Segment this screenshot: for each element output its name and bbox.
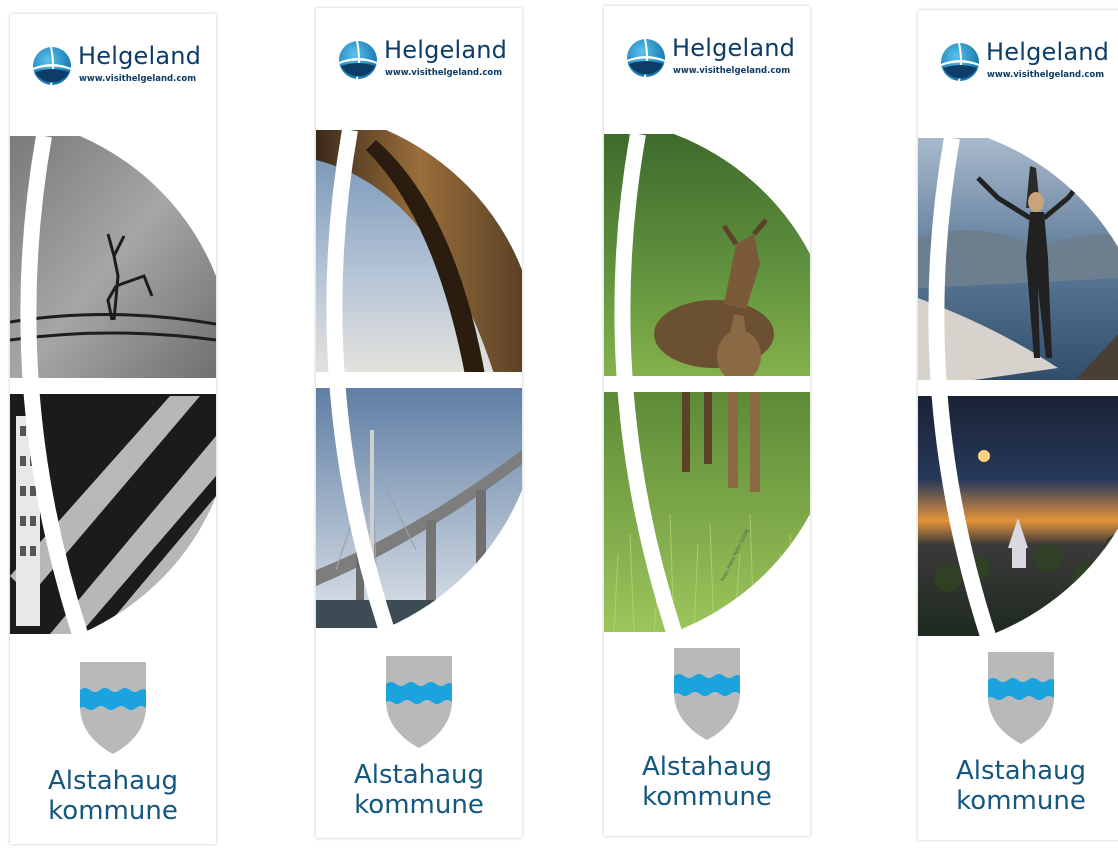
brand-url: www.visithelgeland.com xyxy=(385,68,503,78)
brand-name: Helgeland xyxy=(672,34,796,62)
brand-url: www.visithelgeland.com xyxy=(79,74,197,84)
municipality-name: Alstahaug kommune xyxy=(47,766,179,826)
helgeland-logo[interactable]: Helgeland www.visithelgeland.com xyxy=(338,36,518,86)
municipality-name: Alstahaug kommune xyxy=(641,752,773,812)
brand-url: www.visithelgeland.com xyxy=(987,70,1105,80)
horizontal-divider xyxy=(918,380,1118,396)
banner-petroglyph: Helgeland www.visithelgeland.com Alstaha… xyxy=(10,14,216,844)
horizontal-divider xyxy=(10,378,216,394)
coat-of-arms-icon xyxy=(78,660,148,756)
horizontal-divider xyxy=(604,376,810,392)
banner-moose: Helgeland www.visithelgeland.com Foto: H… xyxy=(604,6,810,836)
coat-of-arms-icon xyxy=(986,650,1056,746)
coat-of-arms-icon xyxy=(672,646,742,742)
globe-logo-icon xyxy=(32,46,72,86)
globe-logo-icon xyxy=(940,42,980,82)
horizontal-divider xyxy=(316,372,522,388)
municipality-name: Alstahaug kommune xyxy=(353,760,485,820)
globe-logo-icon xyxy=(338,40,378,80)
brand-name: Helgeland xyxy=(78,42,202,70)
banner-bridge: Helgeland www.visithelgeland.com Alstaha… xyxy=(316,8,522,838)
photo-collage xyxy=(10,136,216,634)
brand-name: Helgeland xyxy=(384,36,508,64)
brand-url: www.visithelgeland.com xyxy=(673,66,791,76)
banner-hiker: Helgeland www.visithelgeland.com Alstaha… xyxy=(918,10,1118,840)
photo-collage xyxy=(604,134,810,632)
photo-collage xyxy=(918,138,1118,636)
helgeland-logo[interactable]: Helgeland www.visithelgeland.com xyxy=(940,38,1118,88)
helgeland-logo[interactable]: Helgeland www.visithelgeland.com xyxy=(626,34,806,84)
globe-logo-icon xyxy=(626,38,666,78)
photo-collage xyxy=(316,130,522,628)
helgeland-logo[interactable]: Helgeland www.visithelgeland.com xyxy=(32,42,212,92)
brand-name: Helgeland xyxy=(986,38,1110,66)
coat-of-arms-icon xyxy=(384,654,454,750)
municipality-name: Alstahaug kommune xyxy=(955,756,1087,816)
